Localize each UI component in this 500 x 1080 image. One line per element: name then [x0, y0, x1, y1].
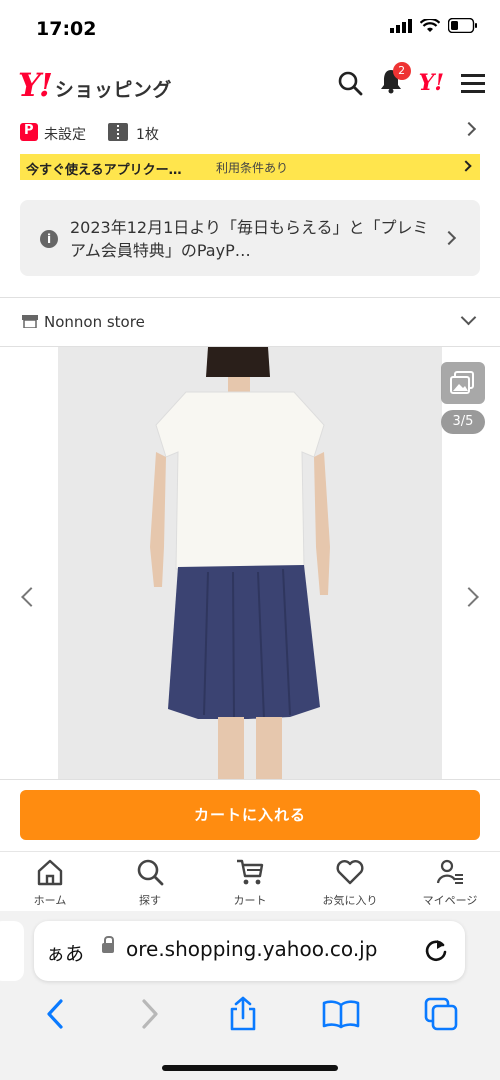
yahoo-japan-icon[interactable]: Y! — [419, 70, 444, 96]
wifi-icon — [420, 18, 440, 32]
paypay-icon — [20, 123, 38, 141]
chevron-right-icon — [460, 160, 472, 172]
cellular-signal-icon — [390, 18, 412, 33]
app-header: Y! ショッピング 2 Y! — [0, 56, 500, 112]
coupon-icon — [108, 123, 128, 141]
notification-button[interactable]: 2 — [379, 62, 411, 98]
store-name: Nonnon store — [44, 313, 145, 331]
share-icon[interactable] — [226, 996, 260, 1032]
status-bar: 17:02 — [0, 0, 500, 56]
lock-icon — [102, 936, 114, 953]
reload-icon[interactable] — [423, 937, 449, 963]
image-counter: 3/5 — [441, 410, 485, 434]
info-icon: i — [40, 230, 58, 248]
tab-label: ホーム — [33, 894, 67, 907]
battery-icon — [448, 18, 477, 33]
gallery-button[interactable] — [441, 362, 485, 404]
tab-label: お気に入り — [322, 894, 378, 907]
bookmarks-icon[interactable] — [322, 998, 360, 1030]
chevron-right-icon — [461, 121, 477, 137]
tab-label: 探す — [139, 894, 161, 907]
tab-search[interactable]: 探す — [100, 852, 200, 911]
url-text[interactable]: ore.shopping.yahoo.co.jp — [126, 937, 377, 961]
next-image-arrow-icon[interactable] — [459, 587, 479, 607]
tabs-icon[interactable] — [423, 996, 459, 1032]
logo-mark: Y! — [18, 66, 53, 104]
tab-favorites[interactable]: お気に入り — [300, 852, 400, 911]
user-icon — [436, 859, 463, 884]
forward-icon[interactable] — [134, 997, 164, 1031]
notice-text: 2023年12月1日より「毎日もらえる」と「プレミアム会員特典」のPayP… — [70, 218, 429, 260]
product-photo — [58, 347, 442, 779]
previous-tab-address-bar[interactable] — [0, 921, 24, 981]
tab-home[interactable]: ホーム — [0, 852, 100, 911]
cart-icon — [237, 859, 264, 885]
notification-badge: 2 — [392, 62, 411, 80]
gallery-icon — [450, 371, 474, 394]
hamburger-menu-icon[interactable] — [460, 72, 486, 94]
banner-terms: 利用条件あり — [216, 161, 289, 175]
paypay-info-row[interactable]: 未設定 1枚 — [0, 118, 500, 148]
home-icon — [37, 859, 63, 886]
status-time: 17:02 — [36, 18, 97, 40]
browser-toolbar — [0, 989, 500, 1039]
previous-image-arrow-icon[interactable] — [21, 587, 41, 607]
home-indicator — [162, 1065, 338, 1071]
add-to-cart-button[interactable]: カートに入れる — [20, 790, 480, 840]
browser-chrome: ぁあ ore.shopping.yahoo.co.jp — [0, 911, 500, 1080]
search-icon — [137, 859, 164, 886]
coupon-count: 1枚 — [136, 127, 159, 143]
tab-mypage[interactable]: マイページ — [400, 852, 500, 911]
coupon-banner[interactable]: 今すぐ使えるアプリクー… 利用条件あり — [20, 154, 480, 180]
product-image[interactable] — [58, 347, 442, 779]
tab-cart[interactable]: カート — [200, 852, 300, 911]
heart-icon — [336, 860, 364, 885]
back-icon[interactable] — [41, 997, 71, 1031]
store-icon — [22, 315, 38, 328]
chevron-right-icon — [441, 230, 457, 246]
chevron-down-icon — [460, 309, 477, 326]
status-icons — [390, 18, 478, 33]
address-bar[interactable]: ぁあ ore.shopping.yahoo.co.jp — [34, 921, 465, 981]
logo-text: ショッピング — [54, 79, 172, 101]
tab-label: カート — [233, 894, 267, 907]
yahoo-shopping-logo[interactable]: Y! ショッピング — [18, 66, 172, 104]
page-settings-button[interactable]: ぁあ — [46, 939, 84, 966]
divider — [0, 297, 500, 298]
banner-text: 今すぐ使えるアプリクー… — [26, 163, 182, 178]
bottom-tab-bar: ホーム 探す カート お気に入り マイページ — [0, 851, 500, 911]
search-icon[interactable] — [337, 70, 363, 96]
paypay-status: 未設定 — [44, 127, 86, 143]
divider — [0, 779, 500, 780]
store-row[interactable]: Nonnon store — [0, 306, 500, 338]
tab-label: マイページ — [422, 894, 478, 907]
notice-card[interactable]: i 2023年12月1日より「毎日もらえる」と「プレミアム会員特典」のPayP… — [20, 200, 480, 276]
